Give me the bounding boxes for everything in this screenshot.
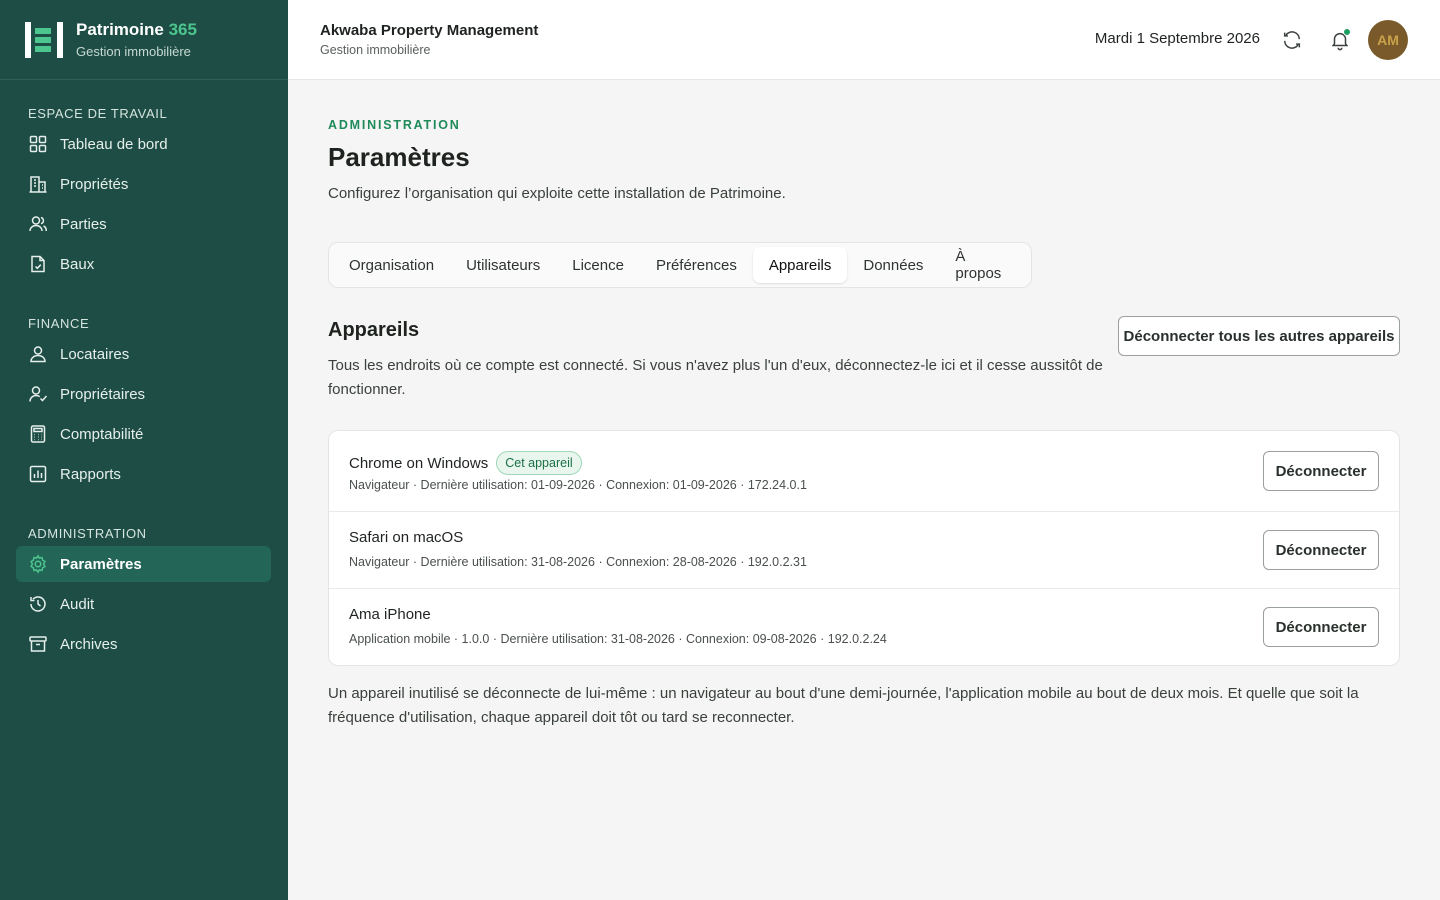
settings-tabs: Organisation Utilisateurs Licence Préfér… (328, 242, 1032, 288)
sidebar: Patrimoine 365 Gestion immobilière ESPAC… (0, 0, 288, 900)
page-eyebrow: ADMINISTRATION (328, 118, 461, 132)
organization-name: Akwaba Property Management (320, 22, 539, 39)
refresh-icon (1283, 31, 1301, 49)
sidebar-item-label: Archives (60, 635, 118, 653)
section-description: Tous les endroits où ce compte est conne… (328, 357, 1103, 398)
disconnect-button[interactable]: Déconnecter (1263, 451, 1379, 491)
avatar[interactable]: AM (1368, 20, 1408, 60)
section-title: Appareils (328, 319, 420, 341)
user-group-icon (28, 344, 48, 364)
page-description: Configurez l’organisation qui exploite c… (328, 185, 786, 202)
device-expiry-note: Un appareil inutilisé se déconnecte de l… (328, 685, 1359, 726)
device-name: Ama iPhone (349, 606, 431, 623)
sidebar-item-archives[interactable]: Archives (16, 626, 271, 662)
grid-icon (28, 134, 48, 154)
nav-section-finance: FINANCE (0, 315, 288, 333)
page-title: Paramètres (328, 142, 470, 172)
sidebar-item-label: Parties (60, 215, 107, 233)
patrimoine-logo-icon (24, 20, 64, 60)
disconnect-button[interactable]: Déconnecter (1263, 530, 1379, 570)
sidebar-item-locataires[interactable]: Locataires (16, 336, 271, 372)
sidebar-item-baux[interactable]: Baux (16, 246, 271, 282)
notification-dot (1343, 28, 1351, 36)
sidebar-item-label: Propriétaires (60, 385, 146, 403)
tab-a-propos[interactable]: À propos (939, 247, 1027, 283)
sidebar-item-label: Baux (60, 255, 95, 273)
device-row: Safari on macOS Navigateur · Dernière ut… (329, 511, 1399, 589)
tab-donnees[interactable]: Données (847, 247, 939, 283)
nav-heading: ESPACE DE TRAVAIL (28, 106, 168, 121)
sidebar-item-label: Tableau de bord (60, 135, 168, 153)
notifications-button[interactable] (1328, 28, 1352, 52)
refresh-button[interactable] (1280, 28, 1304, 52)
nav-heading: ADMINISTRATION (28, 526, 147, 541)
sidebar-item-label: Paramètres (60, 555, 142, 573)
chart-icon (28, 464, 48, 484)
sidebar-item-rapports[interactable]: Rapports (16, 456, 271, 492)
sidebar-item-label: Comptabilité (60, 425, 144, 443)
sidebar-item-proprietes[interactable]: Propriétés (16, 166, 271, 202)
current-date: Mardi 1 Septembre 2026 (1094, 30, 1260, 47)
device-name: Safari on macOS (349, 529, 464, 546)
device-list: Chrome on Windows Cet appareil Navigateu… (328, 430, 1400, 666)
current-device-badge: Cet appareil (496, 451, 582, 475)
top-header: Akwaba Property Management Gestion immob… (288, 0, 1440, 80)
device-meta: Navigateur · Dernière utilisation: 01-09… (349, 478, 807, 492)
sidebar-item-parametres[interactable]: Paramètres (16, 546, 271, 582)
nav-heading: FINANCE (28, 316, 90, 331)
disconnect-all-devices-button[interactable]: Déconnecter tous les autres appareils (1118, 316, 1400, 356)
history-icon (28, 594, 48, 614)
tab-preferences[interactable]: Préférences (640, 247, 753, 283)
nav-section-administration: ADMINISTRATION (0, 525, 288, 543)
sidebar-item-label: Propriétés (60, 175, 129, 193)
building-icon (28, 174, 48, 194)
users-icon (28, 214, 48, 234)
sidebar-item-label: Locataires (60, 345, 130, 363)
sidebar-item-parties[interactable]: Parties (16, 206, 271, 242)
brand-subtitle: Gestion immobilière (76, 44, 191, 59)
brand-name: Patrimoine 365 (76, 20, 197, 39)
device-meta: Navigateur · Dernière utilisation: 31-08… (349, 555, 807, 569)
device-row: Ama iPhone Application mobile · 1.0.0 · … (329, 588, 1399, 666)
tab-appareils[interactable]: Appareils (752, 247, 848, 283)
sidebar-item-comptabilite[interactable]: Comptabilité (16, 416, 271, 452)
gear-icon (28, 554, 48, 574)
tab-licence[interactable]: Licence (556, 247, 640, 283)
device-name: Chrome on Windows (349, 454, 489, 472)
sidebar-item-label: Rapports (60, 465, 121, 483)
sidebar-item-audit[interactable]: Audit (16, 586, 271, 622)
archive-icon (28, 634, 48, 654)
sidebar-item-tableau-de-bord[interactable]: Tableau de bord (16, 126, 271, 162)
tab-organisation[interactable]: Organisation (333, 247, 450, 283)
disconnect-button[interactable]: Déconnecter (1263, 607, 1379, 647)
main-content: ADMINISTRATION Paramètres Configurez l’o… (288, 80, 1440, 900)
tab-utilisateurs[interactable]: Utilisateurs (450, 247, 556, 283)
brand[interactable]: Patrimoine 365 Gestion immobilière (0, 0, 288, 80)
document-icon (28, 254, 48, 274)
organization-subtitle: Gestion immobilière (320, 43, 431, 57)
device-meta: Application mobile · 1.0.0 · Dernière ut… (349, 632, 887, 646)
user-check-icon (28, 384, 48, 404)
device-row: Chrome on Windows Cet appareil Navigateu… (329, 431, 1399, 509)
calculator-icon (28, 424, 48, 444)
sidebar-item-proprietaires[interactable]: Propriétaires (16, 376, 271, 412)
sidebar-item-label: Audit (60, 595, 95, 613)
nav-section-workspace: ESPACE DE TRAVAIL (0, 105, 288, 123)
